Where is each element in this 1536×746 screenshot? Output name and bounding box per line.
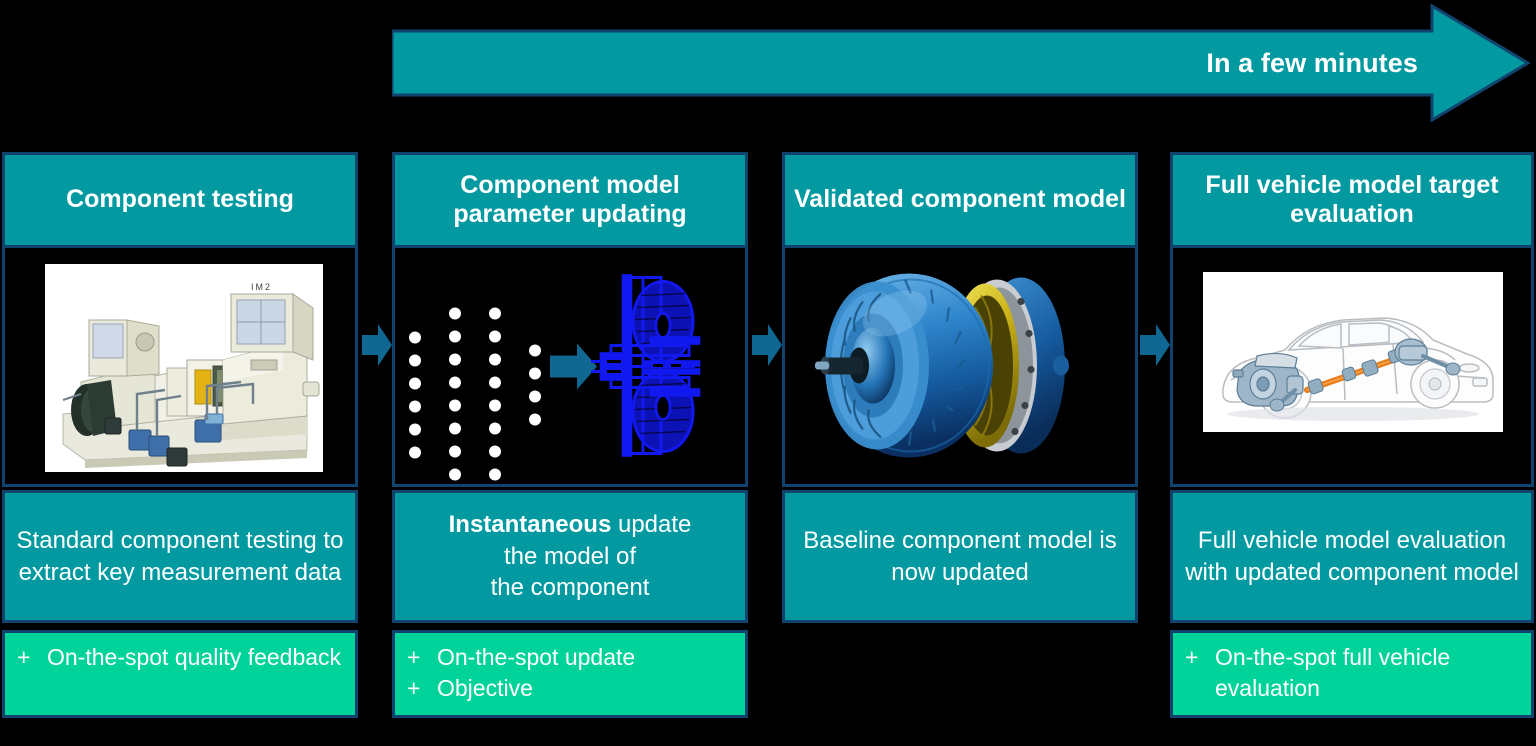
step-3-media [782, 248, 1138, 487]
connector-arrow-1 [362, 322, 392, 368]
step-2-description-line-2: the model of [503, 542, 637, 570]
step-1-description: Standard component testing to extract ke… [2, 490, 358, 623]
process-step-1: Component testing IM2 Standard component… [2, 152, 358, 718]
step-4-description: Full vehicle model evaluation with updat… [1170, 490, 1534, 623]
step-1-description-text: Standard component testing to extract ke… [16, 526, 344, 586]
torque-converter-render [785, 248, 1135, 484]
svg-text:IM2: IM2 [251, 282, 272, 292]
step-1-media: IM2 [2, 248, 358, 487]
benefit-item: + On-the-spot quality feedback [17, 642, 351, 673]
neural-network-diagram [395, 248, 745, 484]
step-1-benefits: + On-the-spot quality feedback [2, 630, 358, 718]
vehicle-driveline-illustration [1203, 272, 1503, 432]
test-bench-photo: IM2 [45, 264, 323, 472]
step-2-benefits: + On-the-spot update + Objective [392, 630, 748, 718]
step-3-description: Baseline component model is now updated [782, 490, 1138, 623]
step-2-description-line-1: update [617, 510, 692, 538]
process-step-2: Component model parameter updating Insta… [392, 152, 748, 718]
step-1-title: Component testing [2, 152, 358, 248]
benefit-item: + On-the-spot update [407, 642, 741, 673]
connector-arrow-2 [752, 322, 782, 368]
step-2-media [392, 248, 748, 487]
benefit-text: Objective [437, 674, 533, 701]
plus-icon: + [407, 674, 421, 701]
plus-icon: + [1185, 644, 1199, 670]
step-3-title: Validated component model [782, 152, 1138, 248]
process-step-4: Full vehicle model target evaluation Ful… [1170, 152, 1534, 718]
process-diagram-canvas: In a few minutes Component testing IM2 S… [0, 0, 1536, 746]
step-2-description-line-3: the component [490, 574, 650, 602]
step-2-description-text: Instantaneous update the model of the co… [449, 509, 692, 604]
step-4-media [1170, 248, 1534, 487]
benefit-item: + Objective [407, 673, 741, 704]
connector-arrow-3 [1140, 322, 1170, 368]
benefit-text: On-the-spot full vehicle evaluation [1215, 644, 1451, 701]
plus-icon: + [407, 644, 421, 670]
step-2-description: Instantaneous update the model of the co… [392, 490, 748, 623]
benefit-text: On-the-spot quality feedback [47, 644, 342, 670]
step-4-title: Full vehicle model target evaluation [1170, 152, 1534, 248]
step-4-benefits: + On-the-spot full vehicle evaluation [1170, 630, 1534, 718]
step-3-description-text: Baseline component model is now updated [803, 526, 1117, 586]
process-step-3: Validated component model Baseline compo… [782, 152, 1138, 623]
step-2-title: Component model parameter updating [392, 152, 748, 248]
benefit-item: + On-the-spot full vehicle evaluation [1185, 642, 1527, 703]
timeline-label: In a few minutes [1206, 48, 1418, 78]
benefit-text: On-the-spot update [437, 644, 636, 670]
step-4-description-text: Full vehicle model evaluation with updat… [1185, 526, 1519, 586]
step-2-description-emphasis: Instantaneous [448, 510, 612, 538]
plus-icon: + [17, 644, 31, 670]
